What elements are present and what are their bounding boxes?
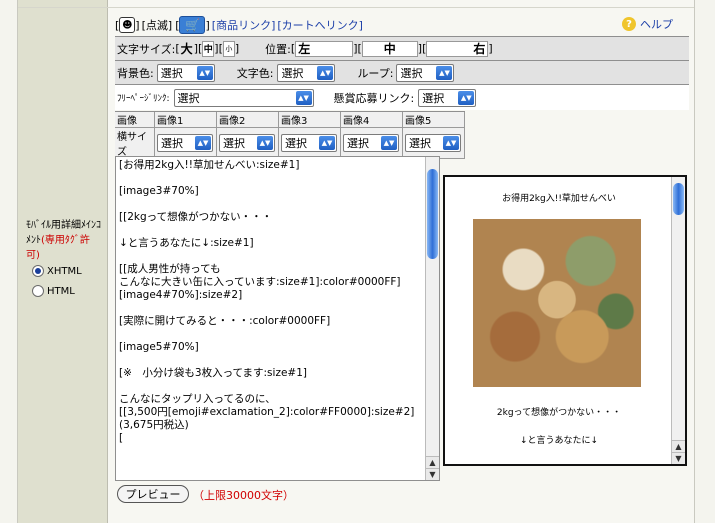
image1-size-cell: 選択 ▲▼: [155, 128, 217, 159]
chevron-updown-icon: ▲▼: [319, 136, 335, 150]
chevron-updown-icon: ▲▼: [295, 90, 312, 105]
cart-link[interactable]: [カートへリンク]: [277, 17, 363, 33]
text-color-label: 文字色:: [236, 66, 274, 80]
image1-size-select[interactable]: 選択 ▲▼: [157, 134, 213, 152]
image1-header: 画像1: [155, 112, 217, 128]
product-link[interactable]: [商品リンク]: [212, 17, 276, 33]
link-row: ﾌﾘｰﾍﾟｰｼﾞﾘﾝｸ: 選択 ▲▼ 懸賞応募リンク: 選択 ▲▼: [115, 84, 689, 110]
image5-size-value: 選択: [409, 137, 431, 150]
loop-label: ループ:: [357, 66, 394, 80]
chevron-updown-icon: ▲▼: [458, 90, 475, 105]
radio-html-label: HTML: [47, 285, 75, 297]
emoji-icon[interactable]: ☻: [119, 17, 136, 33]
radio-html-option[interactable]: HTML: [32, 285, 75, 297]
text-color-select[interactable]: 選択 ▲▼: [277, 63, 336, 82]
contest-link-select-value: 選択: [422, 91, 445, 105]
image5-size-cell: 選択 ▲▼: [403, 128, 465, 159]
image4-size-select[interactable]: 選択 ▲▼: [343, 134, 399, 152]
scroll-down-icon[interactable]: ▼: [672, 452, 685, 464]
width-size-label: 横サイズ: [115, 128, 155, 159]
free-page-link-select-value: 選択: [177, 91, 200, 105]
contest-link-select[interactable]: 選択 ▲▼: [418, 88, 477, 107]
editor-toolbar: [ ☻ ] [点滅] [ 🛒 ] [商品リンク] [カートへリンク] ? ヘルプ: [115, 16, 673, 34]
preview-product-image: [473, 219, 641, 387]
align-left-button[interactable]: 左: [295, 40, 354, 57]
preview-scroll-thumb[interactable]: [673, 183, 684, 215]
image5-header: 画像5: [403, 112, 465, 128]
help-icon: ?: [622, 17, 636, 31]
image2-header: 画像2: [217, 112, 279, 128]
preview-line-1: 2kgって想像がつかない・・・: [496, 408, 622, 418]
image3-size-value: 選択: [285, 137, 307, 150]
help-link[interactable]: ? ヘルプ: [622, 16, 673, 32]
image4-header: 画像4: [341, 112, 403, 128]
contest-link-label: 懸賞応募リンク:: [333, 91, 415, 105]
free-page-link-label: ﾌﾘｰﾍﾟｰｼﾞﾘﾝｸ:: [117, 94, 170, 104]
mobile-comment-label: ﾓﾊﾞｲﾙ用詳細ﾒｲﾝｺﾒﾝﾄ(専用ﾀｸﾞ許可): [26, 218, 102, 263]
image4-size-cell: 選択 ▲▼: [341, 128, 403, 159]
size-small-button[interactable]: 小: [222, 40, 235, 57]
chevron-updown-icon: ▲▼: [381, 136, 397, 150]
bg-color-select[interactable]: 選択 ▲▼: [156, 63, 215, 82]
scroll-up-icon[interactable]: ▲: [672, 440, 685, 452]
mobile-preview-pane: お得用2kg入!!草加せんべい 2kgって想像がつかない・・・ ↓と言うあなたに…: [443, 175, 687, 466]
image3-header: 画像3: [279, 112, 341, 128]
image4-size-value: 選択: [347, 137, 369, 150]
scroll-up-icon[interactable]: ▲: [426, 456, 439, 468]
blink-link[interactable]: [点滅]: [142, 17, 173, 33]
chevron-updown-icon: ▲▼: [196, 65, 213, 80]
chevron-updown-icon: ▲▼: [257, 136, 273, 150]
character-limit-note: （上限30000文字）: [193, 489, 294, 502]
chevron-updown-icon: ▲▼: [436, 65, 453, 80]
image2-size-select[interactable]: 選択 ▲▼: [219, 134, 275, 152]
outer-frame-right: [694, 0, 715, 523]
radio-html[interactable]: [32, 285, 44, 297]
loop-select-value: 選択: [400, 66, 423, 80]
textarea-scrollbar[interactable]: ▲ ▼: [425, 157, 439, 480]
top-divider: [18, 0, 694, 8]
image-header-label: 画像: [115, 112, 155, 128]
scroll-down-icon[interactable]: ▼: [426, 468, 439, 480]
align-center-button[interactable]: 中: [361, 40, 418, 57]
preview-scrollbar[interactable]: ▲ ▼: [671, 177, 685, 464]
image3-size-cell: 選択 ▲▼: [279, 128, 341, 159]
color-row: 背景色: 選択 ▲▼ 文字色: 選択 ▲▼ ループ: 選択 ▲▼: [115, 60, 689, 84]
bg-color-select-value: 選択: [160, 66, 183, 80]
chevron-updown-icon: ▲▼: [443, 136, 459, 150]
radio-xhtml-option[interactable]: XHTML: [32, 265, 82, 277]
free-page-link-select[interactable]: 選択 ▲▼: [173, 88, 314, 107]
preview-title: お得用2kg入!!草加せんべい: [502, 194, 616, 204]
size-large-button[interactable]: 大: [180, 41, 194, 57]
font-position-row: 文字サイズ: [大][中][小] 位置: [左][中][右]: [115, 36, 689, 60]
align-right-button[interactable]: 右: [426, 40, 489, 57]
textarea-scroll-thumb[interactable]: [427, 169, 438, 259]
font-size-label: 文字サイズ:: [117, 42, 176, 56]
preview-line-2: ↓と言うあなたに↓: [519, 436, 599, 446]
bg-color-label: 背景色:: [117, 66, 154, 80]
comment-textarea[interactable]: [お得用2kg入!!草加せんべい:size#1] [image3#70%] [[…: [115, 156, 440, 481]
image5-size-select[interactable]: 選択 ▲▼: [405, 134, 461, 152]
comment-textarea-content[interactable]: [お得用2kg入!!草加せんべい:size#1] [image3#70%] [[…: [119, 159, 427, 445]
outer-frame-left: [0, 0, 18, 523]
radio-xhtml-label: XHTML: [47, 265, 82, 277]
image-size-grid: 画像 画像1 画像2 画像3 画像4 画像5 横サイズ 選択 ▲▼ 選択 ▲▼ 選択…: [115, 111, 465, 159]
position-label: 位置:: [265, 42, 291, 56]
help-label: ヘルプ: [640, 18, 673, 31]
loop-select[interactable]: 選択 ▲▼: [396, 63, 455, 82]
image2-size-value: 選択: [223, 137, 245, 150]
chevron-updown-icon: ▲▼: [195, 136, 211, 150]
image1-size-value: 選択: [161, 137, 183, 150]
image2-size-cell: 選択 ▲▼: [217, 128, 279, 159]
size-medium-button[interactable]: 中: [202, 40, 215, 57]
text-color-select-value: 選択: [281, 66, 304, 80]
chevron-updown-icon: ▲▼: [317, 65, 334, 80]
cart-icon[interactable]: 🛒: [179, 16, 206, 34]
radio-xhtml[interactable]: [32, 265, 44, 277]
image3-size-select[interactable]: 選択 ▲▼: [281, 134, 337, 152]
preview-button[interactable]: プレビュー: [117, 485, 189, 503]
